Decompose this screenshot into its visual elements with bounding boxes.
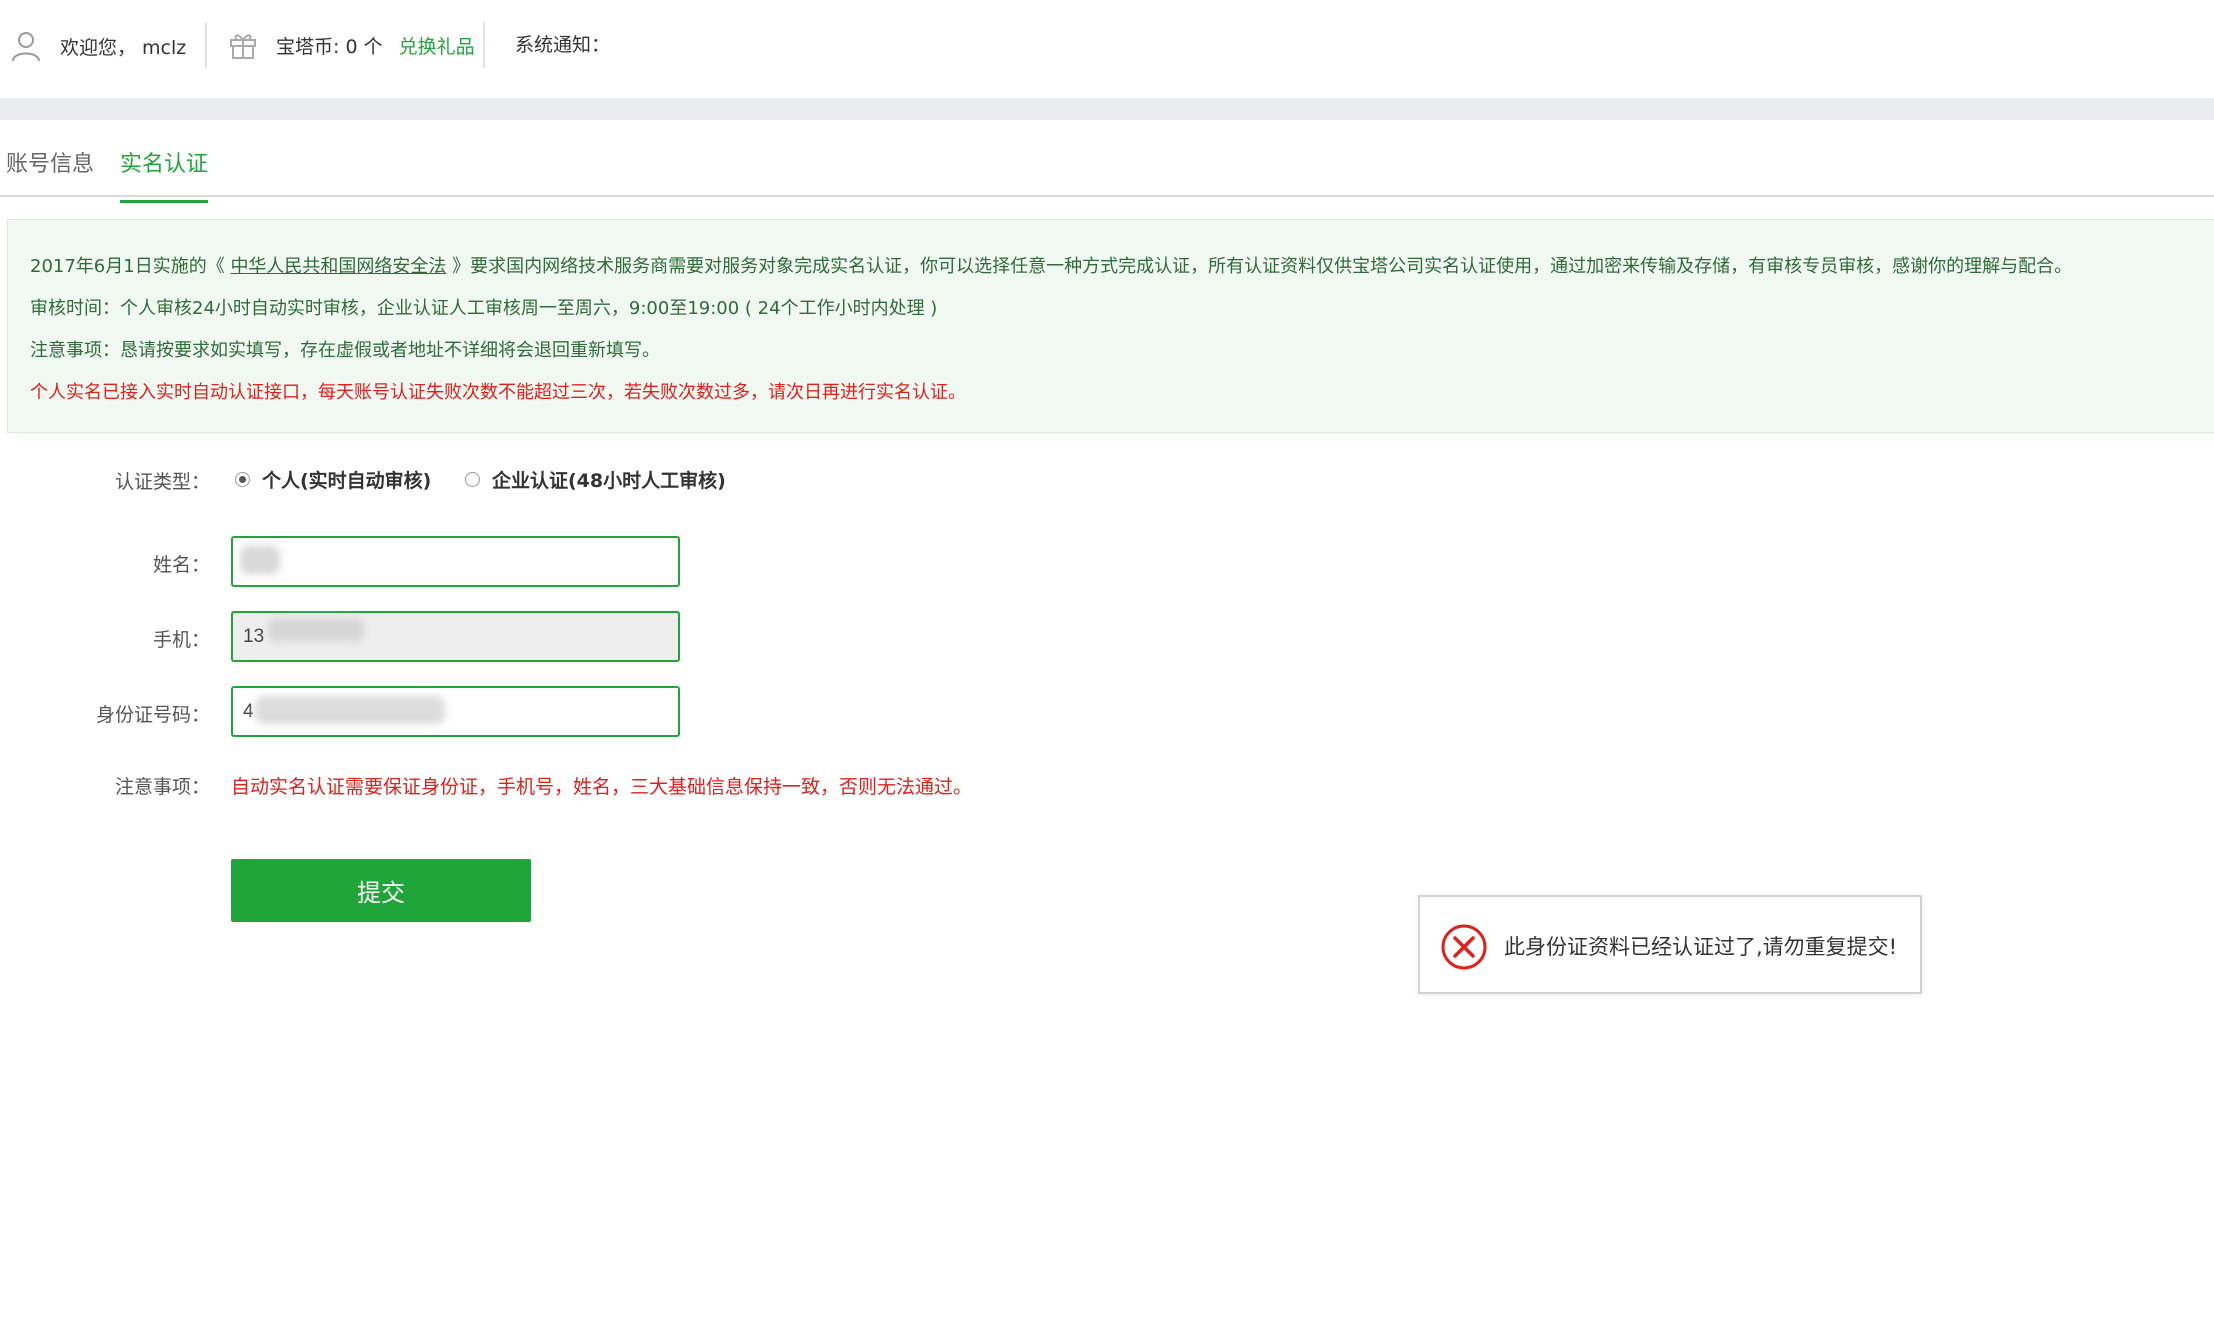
notice-text: 2017年6月1日实施的《 xyxy=(30,256,231,277)
redacted-blur xyxy=(240,546,280,574)
top-header: 欢迎您， mclz 宝塔币: 0 个 兑换礼品 系统通知： xyxy=(0,0,2214,98)
notice-line: 2017年6月1日实施的《 中华人民共和国网络安全法 》要求国内网络技术服务商需… xyxy=(30,252,2072,278)
tab-account-info[interactable]: 账号信息 xyxy=(6,146,94,200)
id-number-label: 身份证号码： xyxy=(95,704,210,726)
cybersecurity-law-link[interactable]: 中华人民共和国网络安全法 xyxy=(230,256,446,277)
header-separator-band xyxy=(0,98,2214,120)
toast-message: 此身份证资料已经认证过了,请勿重复提交! xyxy=(1504,935,1898,959)
note-label: 注意事项： xyxy=(114,776,210,798)
note-text: 自动实名认证需要保证身份证，手机号，姓名，三大基础信息保持一致，否则无法通过。 xyxy=(231,776,973,798)
radio-enterprise-label[interactable]: 企业认证(48小时人工审核) xyxy=(492,466,726,493)
exchange-gift-link[interactable]: 兑换礼品 xyxy=(399,32,475,59)
radio-personal[interactable]: 个人(实时自动审核) xyxy=(235,466,431,493)
name-input[interactable] xyxy=(231,536,680,587)
coin-balance: 宝塔币: 0 个 兑换礼品 xyxy=(228,30,475,60)
notice-caution: 注意事项：恳请按要求如实填写，存在虚假或者地址不详细将会退回重新填写。 xyxy=(30,340,660,361)
name-label: 姓名： xyxy=(152,554,210,576)
radio-personal-label[interactable]: 个人(实时自动审核) xyxy=(262,466,431,493)
header-divider xyxy=(205,22,207,68)
tab-real-name-auth[interactable]: 实名认证 xyxy=(120,146,209,203)
submit-button[interactable]: 提交 xyxy=(231,859,531,922)
error-toast: 此身份证资料已经认证过了,请勿重复提交! xyxy=(1418,895,1922,994)
phone-label: 手机： xyxy=(152,629,210,651)
coin-text: 宝塔币: 0 个 xyxy=(276,35,383,58)
user-welcome: 欢迎您， mclz xyxy=(10,30,186,62)
gift-icon xyxy=(230,34,256,59)
notice-text: 》要求国内网络技术服务商需要对服务对象完成实名认证，你可以选择任意一种方式完成认… xyxy=(446,256,2073,277)
tab-bar: 账号信息 实名认证 xyxy=(0,120,2214,203)
radio-enterprise[interactable]: 企业认证(48小时人工审核) xyxy=(465,466,726,493)
header-divider xyxy=(483,22,485,68)
system-notice-label: 系统通知： xyxy=(515,34,611,56)
redacted-blur xyxy=(268,618,364,642)
error-circle-x-icon xyxy=(1441,924,1487,970)
radio-button-checked[interactable] xyxy=(235,472,250,487)
notice-review-time: 审核时间：个人审核24小时自动实时审核，企业认证人工审核周一至周六，9:00至1… xyxy=(30,298,938,319)
notice-box: 2017年6月1日实施的《 中华人民共和国网络安全法 》要求国内网络技术服务商需… xyxy=(7,219,2214,433)
user-icon xyxy=(12,32,40,62)
notice-warning: 个人实名已接入实时自动认证接口，每天账号认证失败次数不能超过三次，若失败次数过多… xyxy=(30,382,966,403)
radio-button[interactable] xyxy=(465,472,480,487)
welcome-text: 欢迎您， mclz xyxy=(60,36,187,59)
system-notice: 系统通知： xyxy=(515,30,610,57)
auth-type-label: 认证类型： xyxy=(114,471,210,493)
redacted-blur xyxy=(255,696,445,724)
